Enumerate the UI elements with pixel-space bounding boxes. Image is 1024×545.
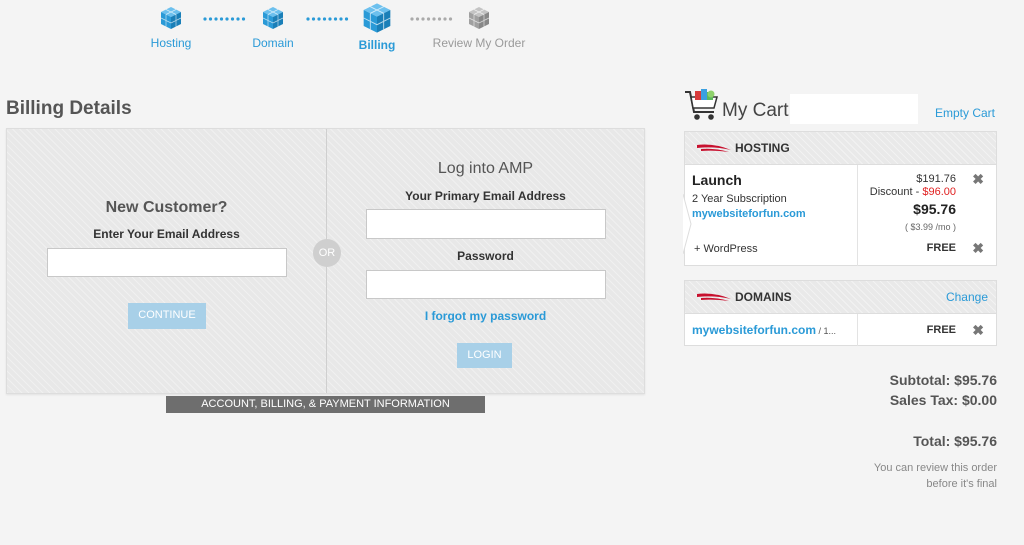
hosting-original-price: $191.76 [916, 173, 956, 185]
swoosh-icon [697, 293, 731, 301]
order-total: Total: $95.76 [913, 433, 997, 449]
domain-price: FREE [926, 324, 956, 336]
login-email-input[interactable] [366, 209, 606, 239]
domain-name-link[interactable]: mywebsiteforfun.com [692, 323, 816, 337]
password-input[interactable] [366, 270, 606, 299]
continue-button[interactable]: CONTINUE [128, 303, 206, 329]
login-email-label: Your Primary Email Address [405, 189, 566, 203]
hosting-header: HOSTING [685, 132, 996, 165]
domains-header-label: DOMAINS [735, 290, 792, 304]
step-label: Review My Order [432, 36, 526, 50]
step-label: Hosting [150, 36, 192, 50]
review-note-line1: You can review this order [873, 462, 997, 474]
cube-icon [160, 7, 182, 29]
domain-term: / 1... [816, 326, 837, 336]
remove-domain-icon[interactable]: ✖ [972, 322, 984, 339]
hosting-domain-link[interactable]: mywebsiteforfun.com [692, 208, 806, 220]
password-label: Password [457, 249, 514, 263]
review-note-line2: before it's final [926, 478, 997, 490]
domains-col-divider [857, 314, 858, 346]
remove-hosting-icon[interactable]: ✖ [972, 171, 984, 188]
hosting-col-divider [857, 165, 858, 266]
remove-addon-icon[interactable]: ✖ [972, 240, 984, 257]
swoosh-icon [697, 144, 731, 152]
step-billing[interactable]: Billing [327, 2, 427, 52]
sales-tax: Sales Tax: $0.00 [889, 392, 997, 408]
shopping-cart-icon [685, 89, 718, 120]
billing-panel: New Customer? Enter Your Email Address C… [6, 128, 645, 394]
step-review-order[interactable]: Review My Order [429, 6, 529, 50]
cart-title-backdrop [790, 94, 918, 124]
hosting-header-label: HOSTING [735, 141, 790, 155]
domain-item: mywebsiteforfun.com / 1... [692, 323, 836, 337]
cart-hosting-box: HOSTING Launch 2 Year Subscription myweb… [683, 131, 997, 266]
new-customer-email-input[interactable] [47, 248, 287, 277]
step-label: Billing [358, 38, 396, 52]
cube-icon [363, 3, 391, 33]
subtotal: Subtotal: $95.76 [889, 372, 997, 388]
step-domain[interactable]: Domain [223, 6, 323, 50]
hosting-term: 2 Year Subscription [692, 193, 787, 205]
cube-icon [262, 7, 284, 29]
billing-details-title: Billing Details [6, 98, 132, 119]
addon-name: + WordPress [694, 243, 758, 255]
hosting-plan-name: Launch [692, 172, 742, 188]
hosting-discount: Discount - $96.00 [870, 186, 956, 198]
forgot-password-link[interactable]: I forgot my password [327, 309, 644, 323]
addon-price: FREE [926, 242, 956, 254]
step-label: Domain [252, 36, 294, 50]
change-domain-link[interactable]: Change [946, 281, 988, 313]
step-hosting[interactable]: Hosting [121, 6, 221, 50]
discount-value: $96.00 [922, 186, 956, 198]
login-heading: Log into AMP [437, 160, 534, 177]
account-billing-banner: ACCOUNT, BILLING, & PAYMENT INFORMATION [166, 396, 485, 413]
hosting-total-price: $95.76 [913, 201, 956, 217]
empty-cart-link[interactable]: Empty Cart [935, 106, 995, 120]
cart-domains-box: DOMAINS Change mywebsiteforfun.com / 1..… [684, 280, 997, 346]
new-customer-heading: New Customer? [105, 199, 228, 216]
domains-header: DOMAINS Change [685, 281, 996, 314]
login-button[interactable]: LOGIN [457, 343, 512, 368]
cart-title: My Cart [722, 100, 789, 121]
cube-icon [468, 7, 490, 29]
hosting-monthly-price: ( $3.99 /mo ) [904, 222, 956, 232]
discount-label: Discount - [869, 186, 923, 198]
new-customer-email-label: Enter Your Email Address [93, 227, 240, 241]
